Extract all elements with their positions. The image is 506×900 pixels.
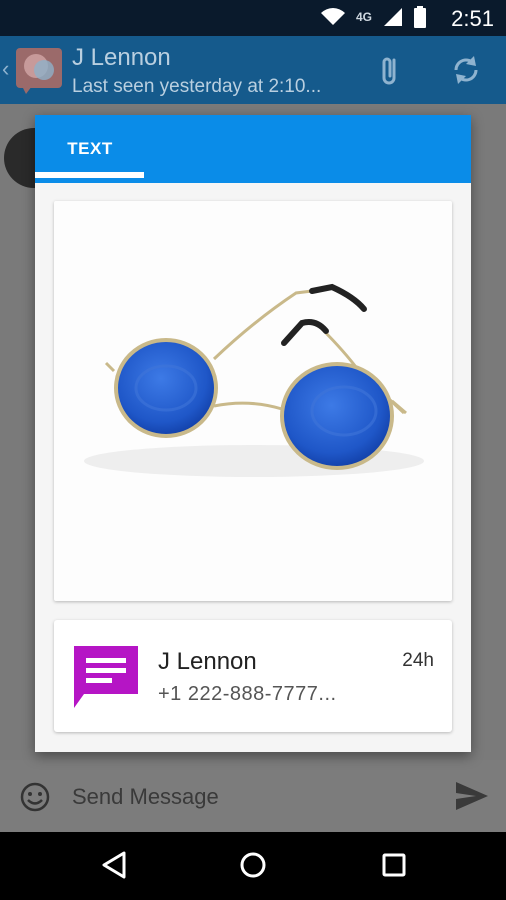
wifi-icon bbox=[320, 8, 345, 25]
status-bar: 4G 2:51 bbox=[0, 0, 506, 36]
refresh-sync-icon[interactable] bbox=[448, 52, 484, 88]
signal-icon bbox=[384, 8, 402, 26]
contact-name-title: J Lennon bbox=[72, 44, 171, 71]
message-thumbnail[interactable] bbox=[4, 128, 38, 188]
status-icons: 4G bbox=[320, 6, 426, 28]
contact-avatar[interactable] bbox=[16, 46, 64, 94]
battery-icon bbox=[414, 6, 426, 28]
back-chevron-icon[interactable]: ‹ bbox=[2, 56, 9, 82]
nav-recents-icon[interactable] bbox=[380, 850, 408, 880]
attached-image-card[interactable] bbox=[54, 201, 452, 601]
tab-indicator bbox=[35, 172, 144, 178]
message-bubble-icon bbox=[74, 646, 138, 708]
network-type-label: 4G bbox=[355, 10, 372, 24]
conversation-app-bar: ‹ J Lennon Last seen yesterday at 2:10..… bbox=[0, 36, 506, 104]
share-dialog: TEXT J Lennon +1 222-888-7777... 24h bbox=[35, 115, 471, 752]
emoji-smiley-icon[interactable] bbox=[20, 782, 50, 812]
sunglasses-image bbox=[84, 283, 424, 477]
message-input[interactable]: Send Message bbox=[72, 784, 219, 810]
contact-message-card[interactable]: J Lennon +1 222-888-7777... 24h bbox=[54, 620, 452, 732]
message-composer: Send Message bbox=[0, 760, 506, 832]
system-nav-bar bbox=[0, 832, 506, 900]
dialog-tab-bar: TEXT bbox=[35, 115, 471, 183]
nav-back-icon[interactable] bbox=[100, 850, 128, 880]
nav-home-icon[interactable] bbox=[239, 850, 267, 880]
status-time: 2:51 bbox=[451, 6, 494, 31]
send-icon[interactable] bbox=[454, 780, 490, 812]
contact-name: J Lennon bbox=[158, 648, 257, 675]
last-seen-subtitle: Last seen yesterday at 2:10... bbox=[72, 76, 322, 97]
message-age: 24h bbox=[402, 650, 434, 671]
attach-paperclip-icon[interactable] bbox=[372, 52, 408, 88]
contact-number: +1 222-888-7777... bbox=[158, 683, 337, 705]
